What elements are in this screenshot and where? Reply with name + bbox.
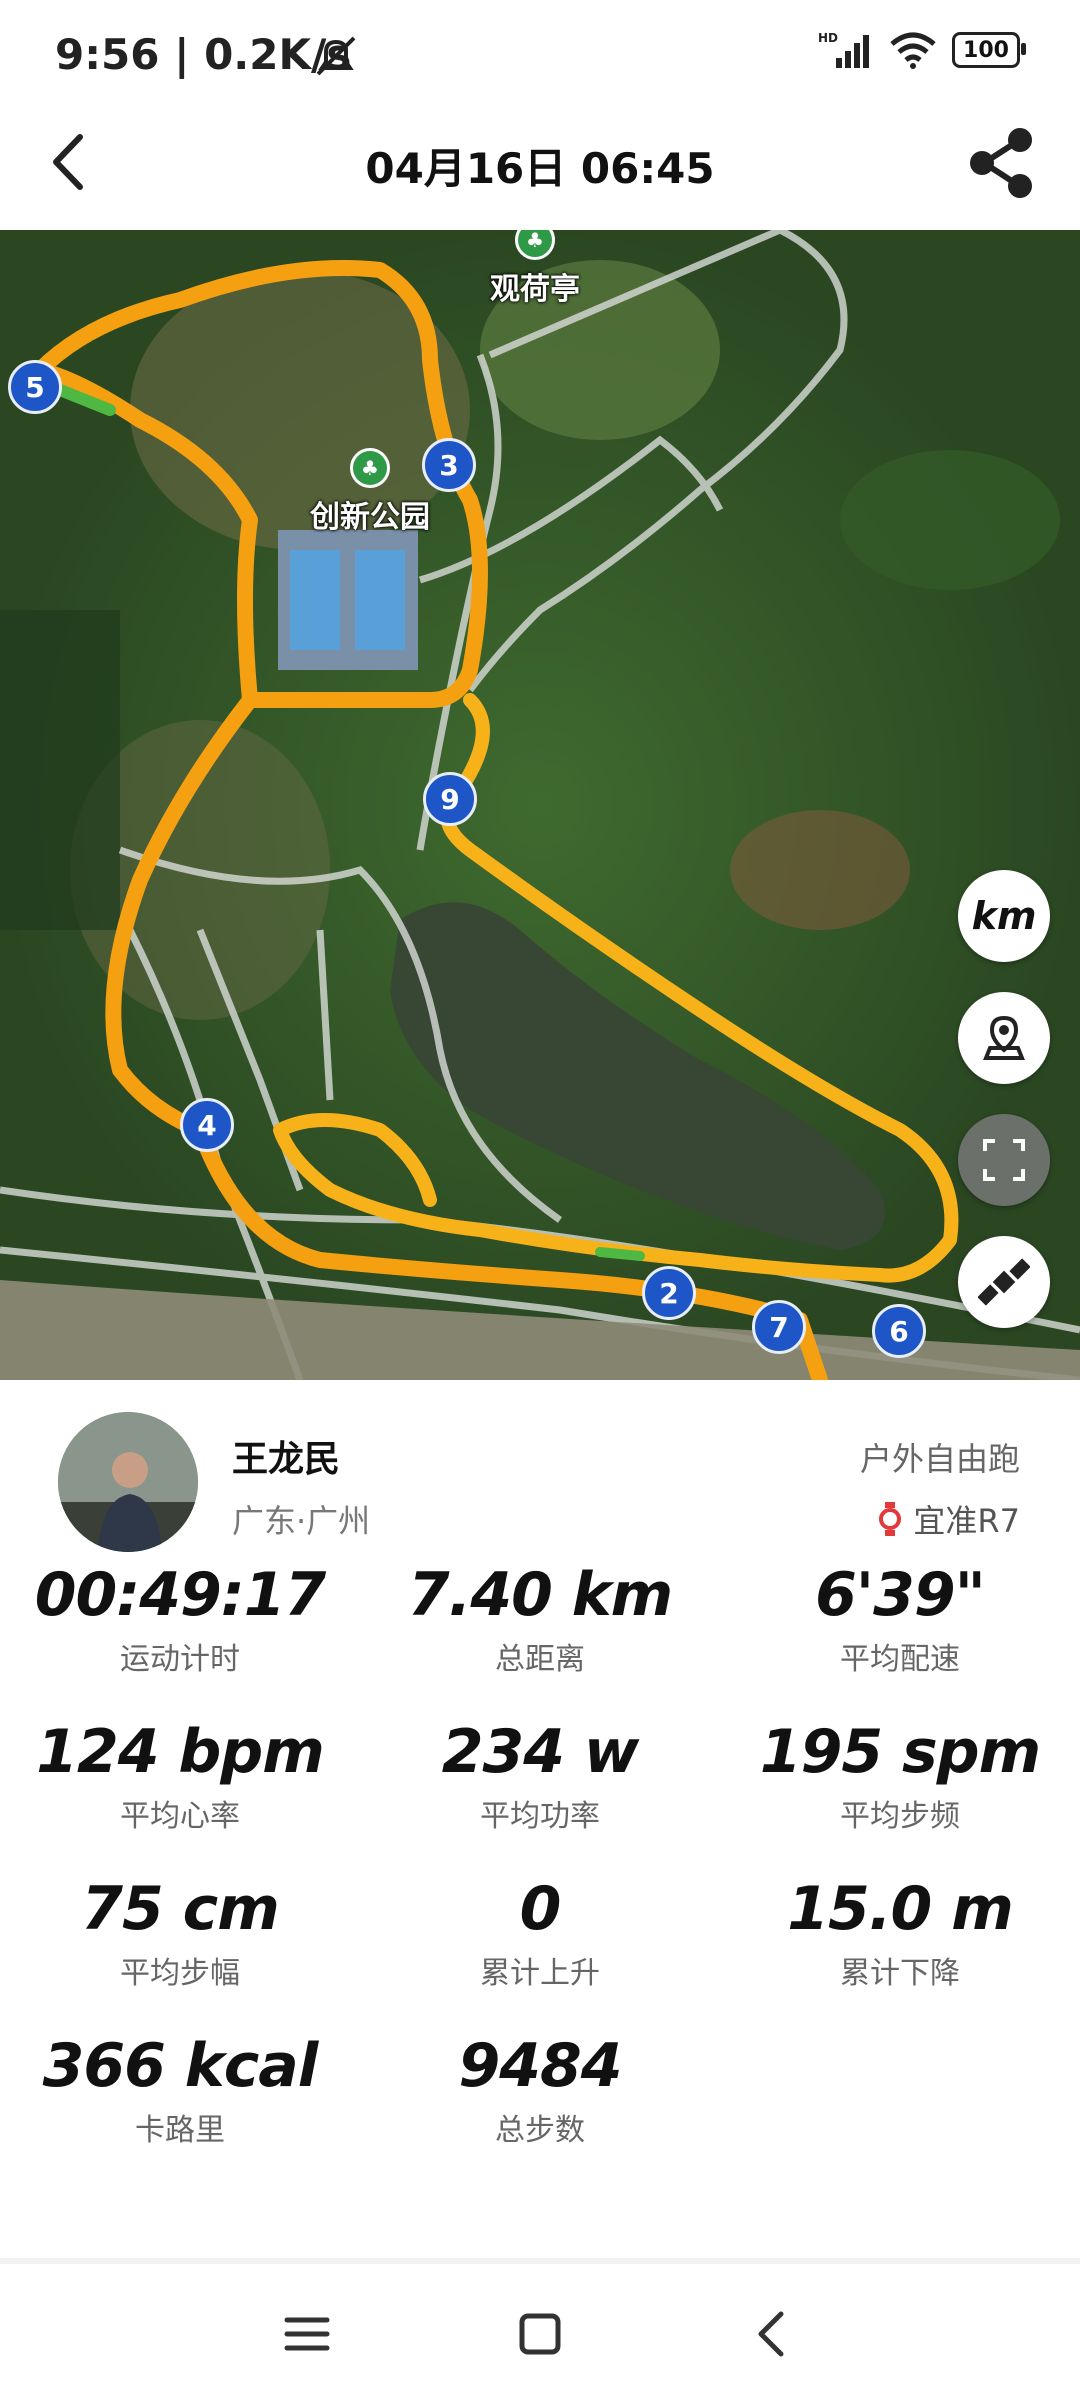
- activity-type: 户外自由跑: [859, 1440, 1020, 1478]
- poi-pavilion[interactable]: ♣ 观荷亭: [490, 230, 580, 308]
- stat-pace: 6'39" 平均配速: [815, 1560, 986, 1677]
- stat-power: 234 w 平均功率: [441, 1717, 640, 1834]
- status-time-speed: 9:56 | 0.2K/s: [55, 30, 352, 79]
- wifi-icon: [890, 32, 936, 69]
- avatar[interactable]: [58, 1412, 198, 1552]
- km-marker[interactable]: 3: [422, 438, 476, 492]
- km-marker[interactable]: 6: [872, 1304, 926, 1358]
- profile-section: 王龙民 广东·广州 户外自由跑 宜准R7: [0, 1410, 1080, 1552]
- svg-text:HD: HD: [818, 31, 838, 45]
- stat-duration: 00:49:17 运动计时: [34, 1560, 326, 1677]
- stat-distance: 7.40 km 总距离: [407, 1560, 673, 1677]
- user-name: 王龙民: [232, 1439, 341, 1480]
- fullscreen-button[interactable]: [958, 1114, 1050, 1206]
- stat-ascent: 0 累计上升: [480, 1874, 600, 1991]
- satellite-toggle-button[interactable]: [958, 1236, 1050, 1328]
- unit-toggle-button[interactable]: km: [958, 870, 1050, 962]
- route-map[interactable]: ♣ 观荷亭 ♣ 创新公园 5 3 9 4 2 7 6 km: [0, 230, 1080, 1380]
- avatar-photo: [58, 1412, 198, 1552]
- expand-icon: [983, 1139, 1025, 1181]
- menu-icon[interactable]: [277, 2304, 337, 2364]
- share-icon[interactable]: [964, 125, 1040, 201]
- stat-heart-rate: 124 bpm 平均心率: [36, 1717, 325, 1834]
- page-title: 04月16日 06:45: [365, 144, 715, 193]
- km-marker[interactable]: 5: [8, 360, 62, 414]
- header: 04月16日 06:45: [0, 115, 1080, 230]
- watch-icon: [879, 1502, 902, 1536]
- km-marker[interactable]: 7: [752, 1300, 806, 1354]
- status-right: HD 100: [818, 30, 1026, 70]
- location-pin-icon: [983, 1015, 1025, 1060]
- system-nav-bar: [0, 2258, 1080, 2406]
- satellite-icon: [978, 1258, 1030, 1306]
- tree-icon: ♣: [350, 448, 390, 488]
- user-location: 广东·广州: [232, 1502, 371, 1540]
- status-bar: 9:56 | 0.2K/s HD 100: [0, 0, 1080, 115]
- location-pin-button[interactable]: [958, 992, 1050, 1084]
- stat-descent: 15.0 m 累计下降: [787, 1874, 1013, 1991]
- satellite-background: [0, 230, 1080, 1380]
- battery-icon: 100: [952, 32, 1026, 68]
- stat-steps: 9484 总步数: [458, 2031, 623, 2148]
- km-marker[interactable]: 4: [180, 1098, 234, 1152]
- km-marker[interactable]: 9: [423, 772, 477, 826]
- tree-icon: ♣: [515, 230, 555, 260]
- stat-stride: 75 cm 平均步幅: [81, 1874, 279, 1991]
- stat-calories: 366 kcal 卡路里: [42, 2031, 319, 2148]
- signal-icon: HD: [818, 31, 869, 68]
- home-icon[interactable]: [510, 2304, 570, 2364]
- device-info: 宜准R7: [877, 1496, 1020, 1542]
- poi-park[interactable]: ♣ 创新公园: [310, 448, 430, 536]
- stat-cadence: 195 spm 平均步频: [759, 1717, 1041, 1834]
- km-marker[interactable]: 2: [642, 1266, 696, 1320]
- back-nav-icon[interactable]: [743, 2304, 803, 2364]
- mute-bell-icon: [316, 36, 356, 76]
